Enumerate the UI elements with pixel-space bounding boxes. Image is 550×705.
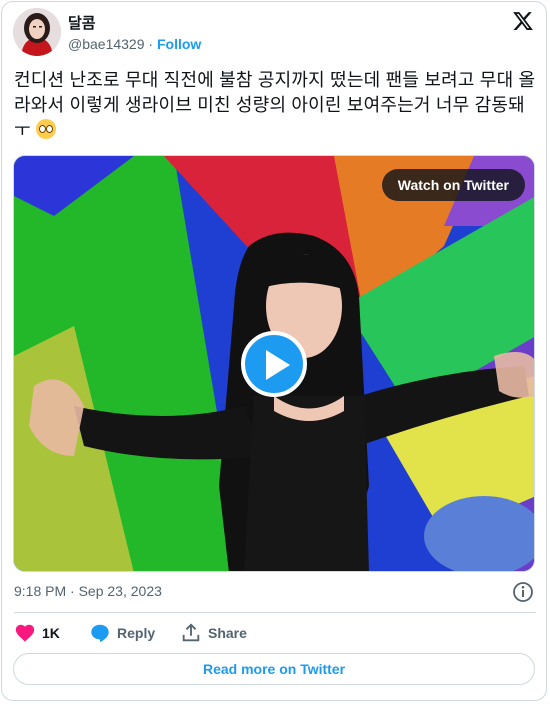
avatar[interactable] bbox=[13, 8, 61, 56]
x-logo-icon[interactable] bbox=[512, 10, 534, 32]
follow-button[interactable]: Follow bbox=[157, 36, 201, 52]
divider bbox=[14, 612, 536, 613]
play-button[interactable] bbox=[241, 331, 307, 397]
author-name[interactable]: 달콤 bbox=[68, 12, 96, 33]
tweet-text: 컨디션 난조로 무대 직전에 불참 공지까지 떴는데 팬들 보려고 무대 올라와… bbox=[14, 68, 539, 143]
like-button[interactable]: 1K bbox=[14, 622, 60, 644]
watch-on-twitter-button[interactable]: Watch on Twitter bbox=[381, 169, 525, 201]
timestamp-separator: · bbox=[70, 583, 75, 599]
tweet-body: 컨디션 난조로 무대 직전에 불참 공지까지 떴는데 팬들 보려고 무대 올라와… bbox=[14, 70, 536, 140]
reply-label: Reply bbox=[117, 625, 156, 641]
tweet-card: 달콤 @bae14329 · Follow 컨디션 난조로 무대 직전에 불참 … bbox=[1, 1, 547, 701]
post-date: Sep 23, 2023 bbox=[78, 583, 162, 599]
video-thumbnail[interactable]: Watch on Twitter bbox=[13, 155, 535, 572]
like-count: 1K bbox=[42, 625, 60, 641]
heart-icon bbox=[15, 624, 35, 642]
share-button[interactable]: Share bbox=[180, 622, 247, 644]
author-handle[interactable]: @bae14329 bbox=[68, 36, 145, 52]
reply-button[interactable]: Reply bbox=[89, 622, 155, 644]
timestamp[interactable]: 9:18 PM · Sep 23, 2023 bbox=[14, 583, 162, 599]
reply-bubble-icon bbox=[91, 624, 109, 643]
post-time: 9:18 PM bbox=[14, 583, 67, 599]
read-more-button[interactable]: Read more on Twitter bbox=[13, 653, 535, 685]
holding-back-tears-emoji-icon bbox=[35, 119, 56, 139]
share-label: Share bbox=[208, 625, 247, 641]
author-handle-row: @bae14329 · Follow bbox=[68, 36, 201, 52]
separator-dot: · bbox=[148, 36, 154, 52]
play-icon bbox=[266, 350, 290, 380]
share-icon bbox=[182, 623, 200, 642]
info-icon[interactable] bbox=[512, 581, 534, 603]
